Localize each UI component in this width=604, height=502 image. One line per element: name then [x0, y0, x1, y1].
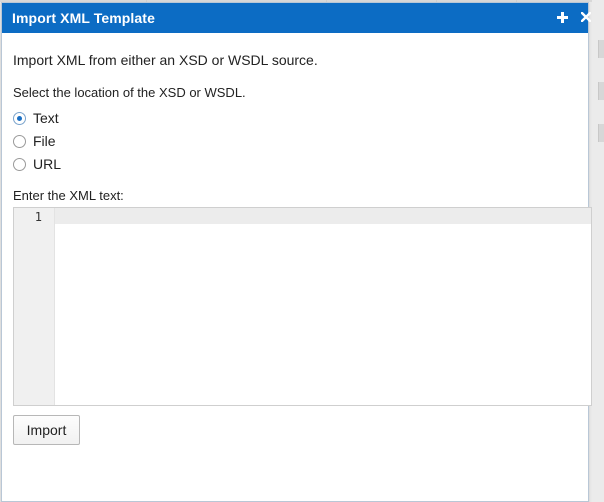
import-button[interactable]: Import [13, 415, 80, 445]
close-icon [581, 12, 591, 22]
line-number: 1 [34, 210, 42, 224]
radio-button-file[interactable] [13, 134, 26, 148]
radio-option-url[interactable]: URL [13, 154, 61, 174]
background-side-marker [598, 124, 604, 142]
close-button[interactable] [576, 7, 596, 29]
intro-text: Import XML from either an XSD or WSDL so… [13, 52, 318, 68]
radio-label-url[interactable]: URL [33, 156, 61, 172]
plus-icon [556, 12, 568, 23]
xml-text-label: Enter the XML text: [13, 188, 124, 203]
editor-gutter: 1 [14, 208, 55, 405]
radio-label-text[interactable]: Text [33, 110, 59, 126]
dialog-title: Import XML Template [12, 10, 155, 26]
background-side-marker [598, 40, 604, 58]
xml-text-input[interactable] [55, 208, 591, 405]
radio-label-file[interactable]: File [33, 133, 56, 149]
radio-button-url[interactable] [13, 157, 26, 171]
radio-option-text[interactable]: Text [13, 108, 59, 128]
background-side-panel [592, 0, 604, 502]
radio-button-text[interactable] [13, 111, 26, 125]
radio-option-file[interactable]: File [13, 131, 56, 151]
background-side-marker [598, 82, 604, 100]
source-select-label: Select the location of the XSD or WSDL. [13, 85, 246, 100]
dialog-title-bar[interactable]: Import XML Template [2, 3, 591, 33]
maximize-button[interactable] [552, 7, 572, 29]
xml-code-editor[interactable]: 1 [13, 207, 592, 406]
import-xml-dialog: Import XML Template Import XML from eith… [1, 2, 592, 502]
